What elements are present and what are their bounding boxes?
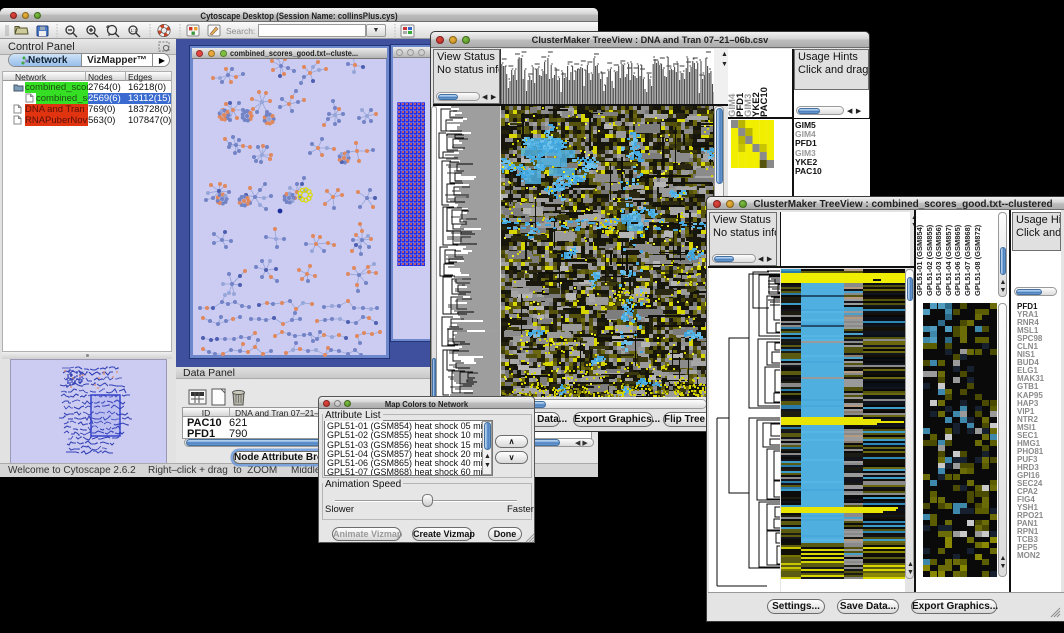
svg-text:1:1: 1:1 — [131, 28, 138, 33]
